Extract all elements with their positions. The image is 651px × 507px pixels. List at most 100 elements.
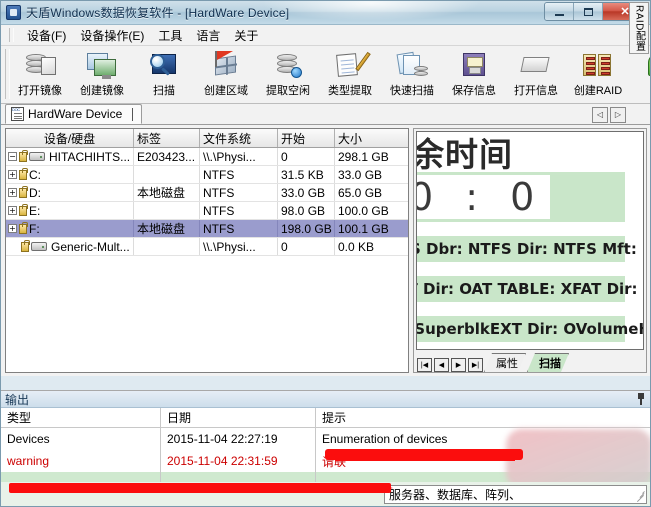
toolbar-label: 快速扫描 [390, 82, 434, 98]
device-table-header: 设备/硬盘 标签 文件系统 开始 大小 [6, 129, 408, 148]
start-cell: 0 [278, 238, 335, 255]
scan-stat-row: XFAT Dir: OAT TABLE: XFAT Dir: [416, 276, 625, 302]
scan-spacer [416, 222, 625, 236]
toolbar-label: 创建镜像 [80, 82, 124, 98]
status-bar-message: 服务器、数据库、阵列、 [384, 485, 647, 504]
menu-item-device[interactable]: 设备(F) [20, 25, 73, 46]
scan-status-content: 剩余时间 0 : 0 NTFS Dbr: NTFS Dir: NTFS Mft:… [416, 132, 625, 342]
tab-hardware-device[interactable]: HardWare Device [5, 104, 142, 124]
toolbar-label: 类型提取 [328, 82, 372, 98]
column-header-start[interactable]: 开始 [278, 129, 335, 147]
tab-properties[interactable]: 属性 [484, 353, 526, 372]
table-row-selected[interactable]: + F: 本地磁盘 NTFS 198.0 GB 100.1 GB [6, 220, 408, 238]
application-icon [6, 5, 21, 20]
output-column-message[interactable]: 提示 [316, 408, 650, 427]
toolbar-open-info-button[interactable]: 打开信息 [505, 46, 567, 98]
resize-grip[interactable] [631, 488, 645, 502]
minimize-icon [555, 14, 564, 16]
device-cell: − HITACHIHTS... [6, 148, 134, 165]
window-title: 天盾Windows数据恢复软件 - [HardWare Device] [26, 4, 289, 21]
expander-icon[interactable]: + [8, 206, 17, 215]
label-cell [134, 238, 200, 255]
lock-icon [19, 170, 27, 180]
lock-icon [19, 206, 27, 216]
lock-icon [19, 224, 27, 234]
remaining-time-value: 0 : 0 [416, 175, 550, 219]
toolbar-extract-free-button[interactable]: 提取空闲 [257, 46, 319, 98]
expander-icon[interactable]: + [8, 188, 17, 197]
tab-caret [132, 108, 133, 121]
toolbar-create-image-button[interactable]: 创建镜像 [71, 46, 133, 98]
log-date: 2015-11-04 22:31:59 [161, 450, 316, 472]
column-header-label[interactable]: 标签 [134, 129, 200, 147]
maximize-button[interactable] [574, 3, 603, 20]
nav-next-button[interactable]: ▶ [451, 358, 466, 372]
toolbar-create-region-button[interactable]: 创建区域 [195, 46, 257, 98]
hard-disk-icon [31, 242, 47, 251]
pin-icon[interactable] [636, 393, 646, 405]
start-cell: 98.0 GB [278, 202, 335, 219]
output-column-date[interactable]: 日期 [161, 408, 316, 427]
scan-icon [148, 50, 180, 80]
label-cell: E203423... [134, 148, 200, 165]
tab-scroll-left-button[interactable]: ◁ [592, 107, 608, 123]
table-row[interactable]: + E: NTFS 98.0 GB 100.0 GB [6, 202, 408, 220]
menu-item-tools[interactable]: 工具 [151, 25, 189, 46]
device-name: E: [29, 204, 40, 218]
application-window: 天盾Windows数据恢复软件 - [HardWare Device] ✕ 设备… [0, 0, 651, 507]
scan-pane-footer: |◀ ◀ ▶ ▶| 属性 扫描 [414, 352, 646, 372]
rail-tab-label: RAID配置 [632, 5, 647, 52]
device-name: C: [29, 168, 41, 182]
tab-scroll-right-button[interactable]: ▷ [610, 107, 626, 123]
toolbar-label: 打开信息 [514, 82, 558, 98]
toolbar-save-info-button[interactable]: 保存信息 [443, 46, 505, 98]
label-cell [134, 166, 200, 183]
device-name: F: [29, 222, 40, 236]
nav-prev-button[interactable]: ◀ [434, 358, 449, 372]
menu-bar: 设备(F) 设备操作(E) 工具 语言 关于 [1, 25, 650, 46]
expander-icon[interactable]: + [8, 170, 17, 179]
toolbar-label: 保存信息 [452, 82, 496, 98]
menu-item-device-operation[interactable]: 设备操作(E) [73, 25, 151, 46]
size-cell: 100.0 GB [335, 202, 408, 219]
rail-tab-raid-config[interactable]: RAID配置 [629, 2, 649, 54]
minimize-button[interactable] [545, 3, 574, 20]
column-header-device[interactable]: 设备/硬盘 [6, 129, 134, 147]
table-row[interactable]: Generic-Mult... \\.\Physi... 0 0.0 KB [6, 238, 408, 256]
table-row[interactable]: + C: NTFS 31.5 KB 33.0 GB [6, 166, 408, 184]
create-region-icon [210, 50, 242, 80]
create-raid-icon [582, 50, 614, 80]
table-row[interactable]: − HITACHIHTS... E203423... \\.\Physi... … [6, 148, 408, 166]
nav-last-button[interactable]: ▶| [468, 358, 483, 372]
menu-item-language[interactable]: 语言 [189, 25, 227, 46]
tab-scan[interactable]: 扫描 [527, 353, 569, 372]
toolbar-create-raid-button[interactable]: 创建RAID [567, 46, 629, 98]
redaction-blur [506, 429, 651, 489]
nav-first-button[interactable]: |◀ [417, 358, 432, 372]
save-info-icon [458, 50, 490, 80]
device-cell: + F: [6, 220, 134, 237]
toolbar-quick-scan-button[interactable]: 快速扫描 [381, 46, 443, 98]
toolbar-label: 扫描 [153, 82, 175, 98]
expander-icon[interactable]: + [8, 224, 17, 233]
size-cell: 0.0 KB [335, 238, 408, 255]
output-table-header: 类型 日期 提示 [1, 408, 650, 428]
output-column-type[interactable]: 类型 [1, 408, 161, 427]
device-table-body: − HITACHIHTS... E203423... \\.\Physi... … [6, 148, 408, 372]
start-cell: 33.0 GB [278, 184, 335, 201]
tab-label: HardWare Device [28, 107, 122, 121]
column-header-filesystem[interactable]: 文件系统 [200, 129, 278, 147]
log-type: Devices [1, 428, 161, 450]
document-tab-strip: HardWare Device ◁ ▷ [1, 104, 650, 125]
main-content-area: 设备/硬盘 标签 文件系统 开始 大小 − HITACHIHTS... E203… [1, 125, 650, 376]
table-row[interactable]: + D: 本地磁盘 NTFS 33.0 GB 65.0 GB [6, 184, 408, 202]
filesystem-cell: \\.\Physi... [200, 148, 278, 165]
toolbar-scan-button[interactable]: 扫描 [133, 46, 195, 98]
toolbar-open-image-button[interactable]: 打开镜像 [9, 46, 71, 98]
expander-icon[interactable]: − [8, 152, 17, 161]
toolbar-label: 提取空闲 [266, 82, 310, 98]
size-cell: 298.1 GB [335, 148, 408, 165]
column-header-size[interactable]: 大小 [335, 129, 408, 147]
toolbar-type-extract-button[interactable]: 类型提取 [319, 46, 381, 98]
menu-item-about[interactable]: 关于 [227, 25, 265, 46]
